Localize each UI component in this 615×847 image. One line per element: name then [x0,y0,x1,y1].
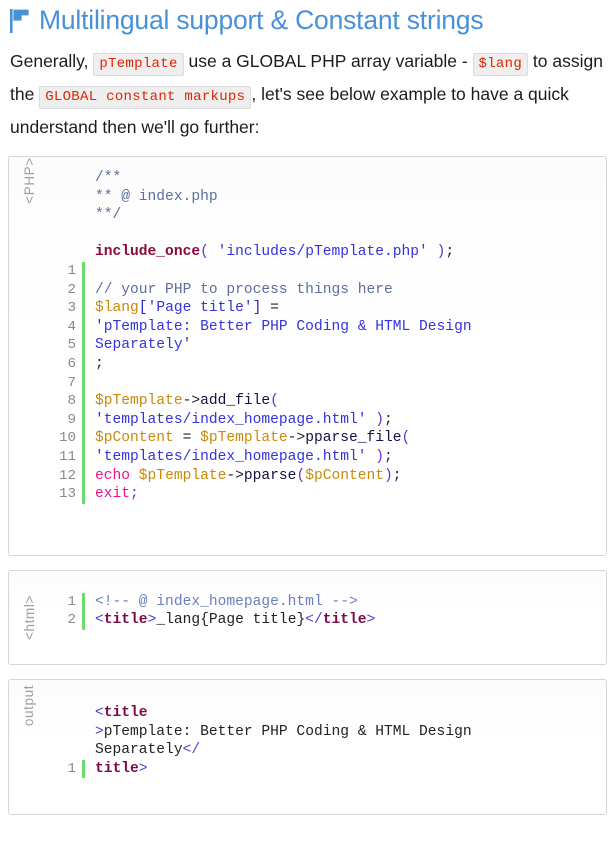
code-line: 12 echo $pTemplate->pparse($pContent); [49,466,596,486]
code-line-text: <title>_lang{Page title}</title> [95,612,376,629]
code-line-blank: 7 [49,373,596,393]
line-number [49,206,85,225]
code-line-text: /** [95,170,122,186]
code-line-text: Separately' [95,337,192,354]
line-number: 4 [49,317,85,337]
page-heading: Multilingual support & Constant strings [8,4,607,36]
code-line: include_once( 'includes/pTemplate.php' )… [49,243,596,262]
panel-label-output-text: output [21,684,37,727]
line-number: 3 [49,299,85,318]
code-line-text: **/ [95,207,122,224]
code-body-output: <title >pTemplate: Better PHP Coding & H… [49,704,596,779]
line-number: 2 [49,611,85,631]
code-line-text: 'pTemplate: Better PHP Coding & HTML Des… [95,318,472,335]
flag-icon [10,9,29,33]
code-line-text: title> [95,760,148,777]
code-line: 8 $pTemplate->add_file( [49,392,596,411]
line-number [49,225,85,244]
code-line-blank [49,225,596,244]
page-title: Multilingual support & Constant strings [39,5,484,35]
code-line-text: >pTemplate: Better PHP Coding & HTML Des… [95,723,472,740]
inline-code-global-constant-markups: GLOBAL constant markups [39,86,252,109]
intro-paragraph: Generally, pTemplate use a GLOBAL PHP ar… [10,46,607,142]
code-line: 11 'templates/index_homepage.html' ); [49,447,596,467]
code-line-text: $pContent = $pTemplate->pparse_file( [95,430,411,447]
code-line: 9 'templates/index_homepage.html' ); [49,410,596,430]
code-line-text: // your PHP to process things here [95,281,393,298]
code-panel-html: <html> 1 <!-- @ index_homepage.html --> 2… [8,569,607,666]
code-line: <title [49,704,596,723]
code-line-text: <title [95,705,148,722]
code-line: 13 exit; [49,485,596,504]
code-line-text: Separately</ [95,742,201,759]
line-number [49,188,85,207]
code-line: 6; [49,354,596,374]
line-number: 2 [49,280,85,300]
intro-text-2: use a GLOBAL PHP array variable - [183,51,473,71]
code-line: 4 'pTemplate: Better PHP Coding & HTML De… [49,317,596,337]
line-number: 9 [49,410,85,430]
line-number: 5 [49,336,85,355]
inline-code-lang: $lang [472,53,529,76]
code-line: 1 <!-- @ index_homepage.html --> [49,592,596,612]
code-line: 3 $lang['Page title'] = [49,299,596,318]
code-line-blank: 1 [49,261,596,281]
code-line: 10 $pContent = $pTemplate->pparse_file( [49,429,596,448]
intro-text-1: Generally, [10,51,94,71]
code-line: 2 <title>_lang{Page title}</title> [49,611,596,631]
line-number: 8 [49,392,85,411]
code-line-text: 'templates/index_homepage.html' ); [95,448,393,465]
line-number [49,723,85,742]
code-line: Separately</ [49,741,596,760]
code-line-text: $pTemplate->add_file( [95,393,279,410]
panel-label-html: <html> [9,571,49,664]
panel-label-output: output [9,680,49,814]
line-number: 7 [49,373,85,393]
line-number [49,704,85,723]
line-number: 1 [49,261,85,281]
code-panel-php: <PHP> /** ** @ index.php **/ include_onc… [8,156,607,556]
code-line: 1 title> [49,759,596,779]
code-bottom-spacer [49,504,596,523]
line-number: 10 [49,429,85,448]
code-line-text: $lang['Page title'] = [95,300,279,317]
line-number: 13 [49,485,85,504]
panel-label-html-text: <html> [21,595,37,640]
code-body-php: /** ** @ index.php **/ include_once( 'in… [49,169,596,541]
code-line-text: ** @ index.php [95,188,218,205]
code-line-text: exit; [95,486,139,503]
inline-code-ptemplate: pTemplate [93,53,184,76]
code-line: 5 Separately' [49,336,596,355]
code-bottom-spacer [49,522,596,541]
page-root: Multilingual support & Constant strings … [0,4,615,816]
line-number [49,741,85,760]
code-line: /** [49,169,596,188]
code-line-text: ; [95,355,104,372]
code-line: >pTemplate: Better PHP Coding & HTML Des… [49,723,596,742]
code-line-text: <!-- @ index_homepage.html --> [95,593,358,610]
code-line: **/ [49,206,596,225]
line-number [49,169,85,188]
line-number: 11 [49,447,85,467]
code-line-text: include_once( 'includes/pTemplate.php' )… [95,244,455,261]
panel-label-php-text: <PHP> [21,157,37,204]
line-number: 1 [49,592,85,612]
line-number: 12 [49,466,85,486]
line-number: 6 [49,354,85,374]
code-body-html: 1 <!-- @ index_homepage.html --> 2 <title>… [49,592,596,631]
line-number [49,243,85,262]
code-line-text: echo $pTemplate->pparse($pContent); [95,467,402,484]
panel-label-php: <PHP> [9,157,49,555]
line-number: 1 [49,759,85,779]
code-panel-output: output <title >pTemplate: Better PHP Cod… [8,679,607,816]
code-line-text: 'templates/index_homepage.html' ); [95,411,393,428]
code-line: ** @ index.php [49,188,596,207]
code-line: 2 // your PHP to process things here [49,280,596,300]
